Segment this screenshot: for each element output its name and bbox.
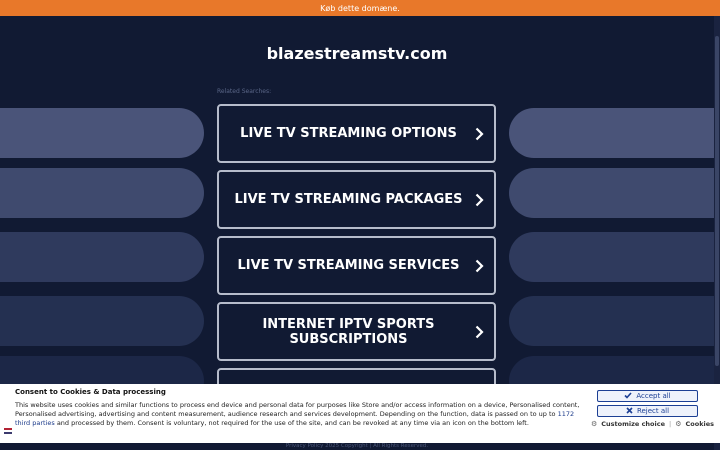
search-link-4[interactable]: INTERNET IPTV SPORTS SUBSCRIPTIONS: [217, 302, 496, 361]
cookie-links: ⚙ Customize choice | ⚙ Cookies: [591, 420, 714, 428]
related-searches-label: Related Searches:: [217, 88, 272, 95]
gear-icon: ⚙: [675, 420, 682, 428]
separator: |: [669, 420, 672, 428]
customize-choice-link[interactable]: Customize choice: [601, 420, 665, 428]
gear-icon: ⚙: [591, 420, 598, 428]
cookie-title: Consent to Cookies & Data processing: [15, 388, 166, 396]
search-link-label: LIVE TV STREAMING SERVICES: [237, 258, 460, 273]
scrollbar-thumb[interactable]: [715, 36, 719, 366]
reject-all-label: Reject all: [636, 407, 670, 415]
chevron-right-icon: [464, 127, 494, 141]
reject-all-button[interactable]: Reject all: [597, 405, 698, 417]
check-icon: [624, 391, 632, 401]
search-link-2[interactable]: LIVE TV STREAMING PACKAGES: [217, 170, 496, 229]
cookie-description: This website uses cookies and similar fu…: [15, 401, 585, 428]
chevron-right-icon: [464, 325, 494, 339]
page-title: blazestreamstv.com: [266, 44, 448, 63]
search-link-label: LIVE TV STREAMING PACKAGES: [234, 192, 463, 207]
search-link-3[interactable]: LIVE TV STREAMING SERVICES: [217, 236, 496, 295]
chevron-right-icon: [464, 259, 494, 273]
cookie-text-part: and processed by them. Consent is volunt…: [54, 419, 529, 427]
cookies-link[interactable]: Cookies: [686, 420, 715, 428]
search-link-label: LIVE TV STREAMING OPTIONS: [240, 126, 457, 141]
buy-domain-text[interactable]: Køb dette domæne.: [320, 4, 400, 13]
search-link-1[interactable]: LIVE TV STREAMING OPTIONS: [217, 104, 496, 163]
close-icon: [626, 406, 633, 416]
chevron-right-icon: [464, 193, 494, 207]
us-flag-icon[interactable]: [4, 428, 12, 434]
accept-all-label: Accept all: [636, 392, 671, 400]
buy-domain-banner[interactable]: Køb dette domæne.: [0, 0, 720, 16]
search-link-label: INTERNET IPTV SPORTS SUBSCRIPTIONS: [262, 316, 435, 347]
cookie-text-part: This website uses cookies and similar fu…: [15, 401, 580, 418]
footer: Privacy Policy 2025 Copyright | All Righ…: [285, 443, 429, 449]
accept-all-button[interactable]: Accept all: [597, 390, 698, 402]
